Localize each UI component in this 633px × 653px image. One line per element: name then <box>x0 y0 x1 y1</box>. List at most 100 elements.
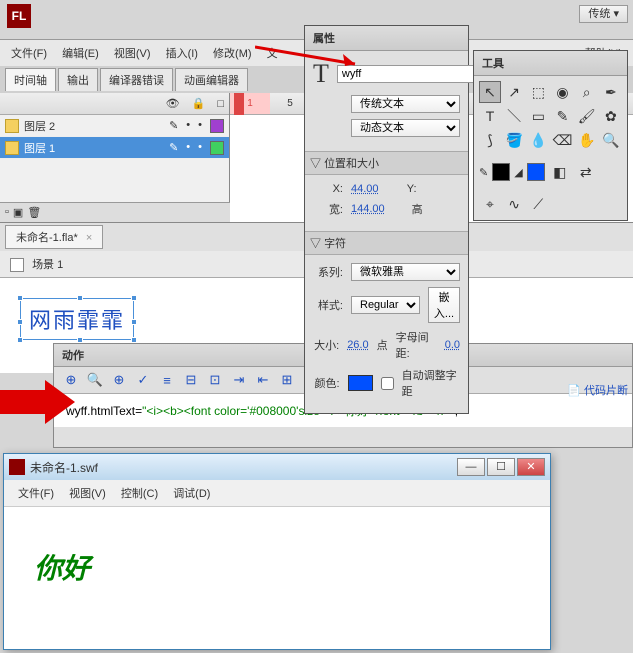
text-type-select[interactable]: 传统文本 <box>351 95 460 113</box>
lock-icon[interactable]: 🔒 <box>192 97 206 110</box>
size-value[interactable]: 26.0 <box>347 339 368 351</box>
text-subtype-select[interactable]: 动态文本 <box>351 119 460 137</box>
swf-rendered-text: 你好 <box>34 554 90 585</box>
bone-tool[interactable]: ⟆ <box>479 129 501 151</box>
eye-icon[interactable]: 👁 <box>166 97 180 110</box>
line-tool[interactable]: ＼ <box>503 105 525 127</box>
layer-row-2[interactable]: 图层 2 ✎ •• <box>0 115 229 137</box>
snap-icon[interactable]: ⌖ <box>479 193 501 215</box>
auto-kern-checkbox[interactable] <box>381 377 394 390</box>
delete-layer-icon[interactable]: 🗑 <box>27 206 41 219</box>
tab-animation-editor[interactable]: 动画编辑器 <box>175 68 248 91</box>
menu-text[interactable]: 文 <box>261 43 284 63</box>
hand-tool[interactable]: ✋ <box>576 129 598 151</box>
section-character[interactable]: 字符 <box>305 231 468 255</box>
y-label: Y: <box>387 183 417 195</box>
stroke-color-swatch[interactable] <box>492 163 510 181</box>
target-icon[interactable]: ⊕ <box>110 371 128 389</box>
eraser-tool[interactable]: ⌫ <box>551 129 573 151</box>
rectangle-tool[interactable]: ▭ <box>527 105 549 127</box>
layer-color-swatch[interactable] <box>210 141 224 155</box>
auto-kern-label: 自动调整字距 <box>402 367 460 399</box>
font-family-select[interactable]: 微软雅黑 <box>351 263 460 281</box>
code-snippets-link[interactable]: 📄 代码片断 <box>567 382 628 398</box>
black-white-icon[interactable]: ◧ <box>549 161 571 183</box>
layout-mode-dropdown[interactable]: 传统 ▾ <box>579 5 628 23</box>
menu-view[interactable]: 视图(V) <box>108 43 157 63</box>
minimize-button[interactable]: — <box>457 458 485 476</box>
x-value[interactable]: 44.00 <box>351 183 379 195</box>
smooth-icon[interactable]: ∿ <box>503 193 525 215</box>
pen-tool[interactable]: ✒ <box>600 81 622 103</box>
lasso-tool[interactable]: ⌕ <box>576 81 598 103</box>
text-object-selection[interactable]: 网雨霏霏 <box>20 298 134 340</box>
style-label: 样式: <box>313 297 343 313</box>
new-layer-icon[interactable]: ▫ <box>5 206 9 219</box>
menu-file[interactable]: 文件(F) <box>5 43 53 63</box>
height-label: 高 <box>393 201 423 217</box>
collapse-icon[interactable]: ⇥ <box>230 371 248 389</box>
properties-panel-header[interactable]: 属性 <box>305 26 468 51</box>
document-tab[interactable]: 未命名-1.fla* × <box>5 225 103 249</box>
find-icon[interactable]: 🔍 <box>86 371 104 389</box>
layer-color-swatch[interactable] <box>210 119 224 133</box>
swap-colors-icon[interactable]: ⇄ <box>575 161 597 183</box>
layer-name: 图层 1 <box>24 140 164 156</box>
tools-panel: 工具 ↖ ↗ ⬚ ◉ ⌕ ✒ T ＼ ▭ ✎ 🖌 ✿ ⟆ 🪣 💧 ⌫ ✋ 🔍 ✎… <box>473 50 628 221</box>
swf-titlebar[interactable]: 未命名-1.swf — ☐ ✕ <box>4 454 550 480</box>
zoom-tool[interactable]: 🔍 <box>600 129 622 151</box>
scene-name[interactable]: 场景 1 <box>32 259 63 271</box>
close-icon[interactable]: × <box>86 232 92 244</box>
tab-compiler-errors[interactable]: 编译器错误 <box>100 68 173 91</box>
close-button[interactable]: ✕ <box>517 458 545 476</box>
swf-menu-file[interactable]: 文件(F) <box>12 483 60 503</box>
swf-menu: 文件(F) 视图(V) 控制(C) 调试(D) <box>4 480 550 507</box>
3d-rotation-tool[interactable]: ◉ <box>551 81 573 103</box>
menu-insert[interactable]: 插入(I) <box>160 43 204 63</box>
spacing-value[interactable]: 0.0 <box>445 339 460 351</box>
outline-icon[interactable]: □ <box>217 98 224 110</box>
tools-panel-header[interactable]: 工具 <box>474 51 627 76</box>
fill-color-swatch[interactable] <box>527 163 545 181</box>
menu-edit[interactable]: 编辑(E) <box>56 43 105 63</box>
document-tab-label: 未命名-1.fla* <box>16 232 78 244</box>
pencil-icon: ✎ <box>169 141 178 155</box>
section-position-size[interactable]: 位置和大小 <box>305 151 468 175</box>
font-style-select[interactable]: Regular <box>351 296 420 314</box>
subselection-tool[interactable]: ↗ <box>503 81 525 103</box>
instance-name-input[interactable] <box>337 65 489 83</box>
swf-menu-control[interactable]: 控制(C) <box>115 483 164 503</box>
width-label: 宽: <box>313 201 343 217</box>
check-syntax-icon[interactable]: ✓ <box>134 371 152 389</box>
playhead[interactable] <box>234 93 244 115</box>
scene-icon <box>10 258 24 272</box>
eyedropper-tool[interactable]: 💧 <box>527 129 549 151</box>
deco-tool[interactable]: ✿ <box>600 105 622 127</box>
free-transform-tool[interactable]: ⬚ <box>527 81 549 103</box>
spacing-label: 字母间距: <box>396 329 437 361</box>
text-color-swatch[interactable] <box>348 375 373 391</box>
text-type-icon: T <box>313 59 329 89</box>
width-value[interactable]: 144.00 <box>351 203 385 215</box>
straighten-icon[interactable]: ⟋ <box>527 193 549 215</box>
expand-icon[interactable]: ⇤ <box>254 371 272 389</box>
swf-menu-view[interactable]: 视图(V) <box>63 483 112 503</box>
debug-icon[interactable]: ⊡ <box>206 371 224 389</box>
paint-bucket-tool[interactable]: 🪣 <box>503 129 525 151</box>
selection-tool[interactable]: ↖ <box>479 81 501 103</box>
tab-output[interactable]: 输出 <box>58 68 98 91</box>
maximize-button[interactable]: ☐ <box>487 458 515 476</box>
layer-row-1[interactable]: 图层 1 ✎ •• <box>0 137 229 159</box>
swf-player-window: 未命名-1.swf — ☐ ✕ 文件(F) 视图(V) 控制(C) 调试(D) … <box>3 453 551 650</box>
code-hint-icon[interactable]: ⊟ <box>182 371 200 389</box>
brush-tool[interactable]: 🖌 <box>576 105 598 127</box>
pencil-tool[interactable]: ✎ <box>551 105 573 127</box>
auto-format-icon[interactable]: ≡ <box>158 371 176 389</box>
swf-menu-debug[interactable]: 调试(D) <box>167 483 216 503</box>
text-tool[interactable]: T <box>479 105 501 127</box>
tab-timeline[interactable]: 时间轴 <box>5 68 56 91</box>
new-folder-icon[interactable]: ▣ <box>13 206 23 219</box>
embed-button[interactable]: 嵌入... <box>428 287 460 323</box>
menu-modify[interactable]: 修改(M) <box>207 43 258 63</box>
comment-icon[interactable]: ⊞ <box>278 371 296 389</box>
